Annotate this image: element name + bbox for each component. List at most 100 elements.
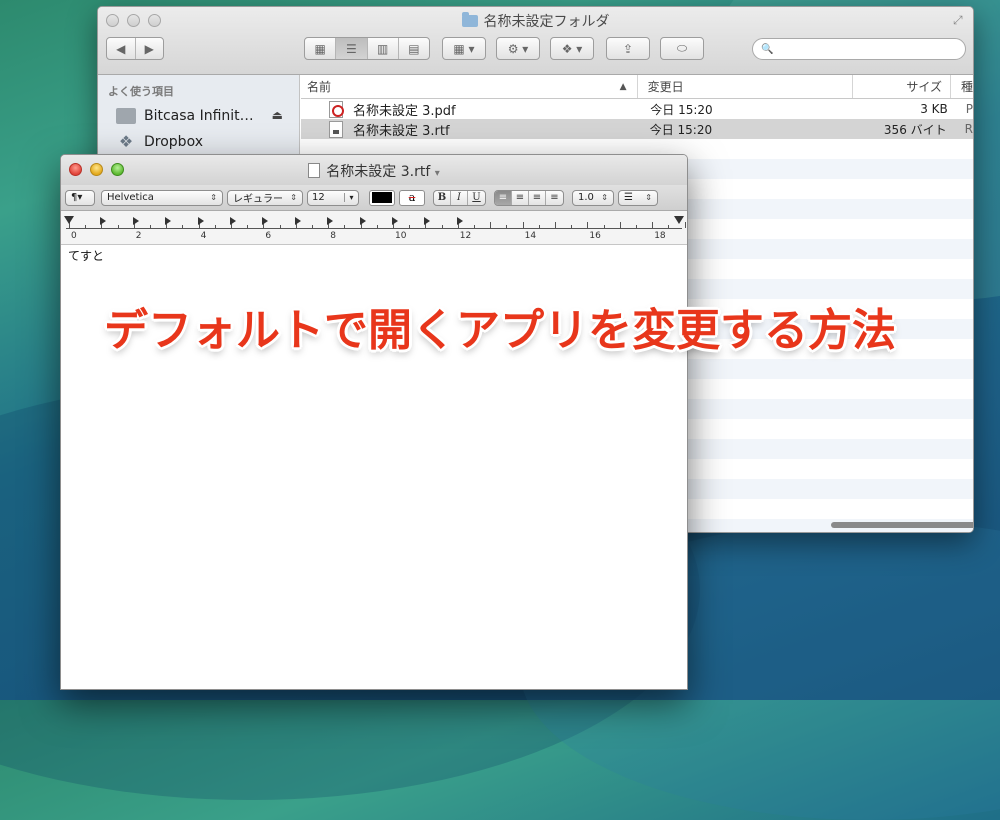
forward-button[interactable]: ▶ bbox=[136, 38, 164, 59]
no-color-icon: a bbox=[408, 191, 416, 204]
column-header-name[interactable]: 名前 ▲ bbox=[301, 75, 638, 98]
ruler-tick bbox=[555, 222, 556, 228]
ruler[interactable]: 0 2 4 6 8 10 12 14 16 18 bbox=[61, 211, 687, 245]
tab-stop-marker[interactable] bbox=[294, 217, 301, 225]
table-row[interactable]: 名称未設定 3.pdf 今日 15:20 3 KB P bbox=[301, 99, 973, 119]
ruler-tick bbox=[279, 225, 281, 228]
fullscreen-icon[interactable]: ⤢ bbox=[953, 13, 967, 27]
ruler-number: 8 bbox=[330, 231, 336, 241]
ruler-number: 10 bbox=[395, 231, 407, 241]
file-kind: P bbox=[965, 102, 973, 116]
align-left-button[interactable]: ≡ bbox=[495, 190, 512, 205]
column-header-size[interactable]: サイズ bbox=[853, 75, 951, 98]
ruler-tick bbox=[344, 225, 346, 228]
font-style-popup[interactable]: レギュラー ⇕ bbox=[227, 189, 303, 206]
share-button[interactable]: ⇪ bbox=[606, 37, 650, 60]
action-gear-button[interactable]: ⚙ ▾ bbox=[496, 37, 540, 60]
column-header-kind[interactable]: 種 bbox=[951, 75, 973, 98]
updown-arrows-icon: ⇕ bbox=[290, 193, 297, 202]
format-toolbar: ¶▾ Helvetica ⇕ レギュラー ⇕ 12 ▾ a B I U ≡ ≡ ≡ ≡… bbox=[61, 185, 687, 211]
arrange-button[interactable]: ▦ ▾ bbox=[442, 37, 486, 60]
alignment-buttons: ≡ ≡ ≡ ≡ bbox=[494, 189, 564, 206]
view-mode-buttons: ▦ ☰ ▥ ▤ bbox=[304, 37, 430, 60]
underline-button[interactable]: U bbox=[468, 191, 485, 205]
ruler-number: 0 bbox=[71, 231, 77, 241]
sidebar-item-bitcasa[interactable]: Bitcasa Infinit… ⏏ bbox=[98, 103, 299, 129]
sidebar-item-dropbox[interactable]: ❖ Dropbox bbox=[98, 129, 299, 155]
file-size: 3 KB bbox=[920, 102, 948, 116]
tab-stop-marker[interactable] bbox=[456, 217, 463, 225]
file-size: 356 バイト bbox=[883, 122, 947, 137]
tab-stop-marker[interactable] bbox=[165, 217, 172, 225]
column-view-button[interactable]: ▥ bbox=[368, 38, 399, 59]
margin-marker[interactable] bbox=[64, 216, 74, 224]
textedit-window[interactable]: 名称未設定 3.rtf ▾ ¶▾ Helvetica ⇕ レギュラー ⇕ 12 ▾ a… bbox=[60, 154, 688, 690]
icon-view-button[interactable]: ▦ bbox=[305, 38, 337, 59]
folder-icon bbox=[461, 12, 478, 27]
ruler-number: 14 bbox=[524, 231, 537, 241]
folder-icon bbox=[116, 108, 136, 124]
size-dropdown-icon[interactable]: ▾ bbox=[344, 193, 358, 202]
tab-stop-marker[interactable] bbox=[327, 217, 334, 225]
search-field[interactable]: 🔍 bbox=[752, 38, 966, 60]
tab-stop-marker[interactable] bbox=[262, 217, 269, 225]
paragraph-style-popup[interactable]: ¶▾ bbox=[65, 189, 95, 206]
ruler-tick bbox=[684, 222, 686, 228]
tab-stop-marker[interactable] bbox=[392, 217, 398, 225]
sidebar-item-label: Bitcasa Infinit… bbox=[144, 108, 254, 124]
title-menu-arrow-icon: ▾ bbox=[434, 168, 440, 179]
file-date: 今日 15:20 bbox=[649, 122, 713, 137]
column-header-date[interactable]: 変更日 bbox=[638, 75, 853, 98]
ruler-tick bbox=[587, 222, 589, 228]
ruler-tick bbox=[182, 225, 184, 228]
ruler-number: 4 bbox=[200, 231, 207, 241]
search-icon: 🔍 bbox=[761, 43, 774, 55]
tab-stop-marker[interactable] bbox=[197, 217, 204, 225]
line-spacing-popup[interactable]: 1.0 ⇕ bbox=[572, 189, 614, 206]
list-style-popup[interactable]: ☰ ⇕ bbox=[618, 189, 658, 206]
horizontal-scrollbar[interactable] bbox=[831, 522, 973, 528]
ruler-tick bbox=[474, 225, 475, 228]
table-row[interactable]: 名称未設定 3.rtf 今日 15:20 356 バイト R bbox=[301, 119, 973, 139]
document-icon bbox=[308, 163, 321, 178]
background-color-well[interactable]: a bbox=[399, 189, 425, 206]
ruler-tick bbox=[636, 225, 637, 228]
eject-icon[interactable]: ⏏ bbox=[272, 108, 283, 122]
font-family-popup[interactable]: Helvetica ⇕ bbox=[101, 189, 223, 206]
tab-stop-marker[interactable] bbox=[424, 217, 431, 225]
ruler-number: 16 bbox=[589, 231, 601, 241]
textedit-titlebar[interactable]: 名称未設定 3.rtf ▾ bbox=[61, 155, 687, 185]
align-right-button[interactable]: ≡ bbox=[529, 190, 546, 205]
italic-button[interactable]: I bbox=[451, 190, 468, 205]
back-button[interactable]: ◀ bbox=[107, 38, 136, 59]
text-color-well[interactable] bbox=[369, 189, 395, 206]
sidebar-item-label: Dropbox bbox=[144, 134, 203, 150]
ruler-tick bbox=[490, 222, 492, 228]
pdf-file-icon bbox=[329, 100, 344, 118]
document-text: てすと bbox=[68, 249, 105, 263]
align-justify-button[interactable]: ≡ bbox=[546, 191, 563, 205]
ruler-tick bbox=[150, 225, 151, 228]
finder-titlebar[interactable]: 名称未設定フォルダ ⤢ ◀ ▶ ▦ ☰ ▥ ▤ ▦ ▾ ⚙ ▾ ❖ ▾ ⇪ ⬭ … bbox=[98, 7, 973, 75]
margin-marker[interactable] bbox=[674, 216, 684, 224]
ruler-tick bbox=[619, 222, 621, 228]
tab-stop-marker[interactable] bbox=[100, 217, 107, 225]
align-center-button[interactable]: ≡ bbox=[512, 190, 529, 205]
coverflow-view-button[interactable]: ▤ bbox=[399, 38, 429, 59]
dropbox-menu-button[interactable]: ❖ ▾ bbox=[550, 37, 594, 60]
ruler-number: 6 bbox=[265, 231, 272, 241]
file-date: 今日 15:20 bbox=[650, 102, 713, 117]
tags-button[interactable]: ⬭ bbox=[660, 37, 704, 60]
ruler-tick bbox=[652, 222, 654, 228]
column-headers: 名前 ▲ 変更日 サイズ 種 bbox=[301, 75, 973, 99]
tab-stop-marker[interactable] bbox=[359, 217, 366, 225]
document-title[interactable]: 名称未設定 3.rtf ▾ bbox=[61, 161, 687, 181]
rtf-file-icon bbox=[329, 120, 343, 138]
tab-stop-marker[interactable] bbox=[230, 217, 236, 225]
ruler-tick bbox=[214, 225, 216, 228]
tab-stop-marker[interactable] bbox=[132, 217, 139, 225]
file-kind: R bbox=[964, 122, 973, 136]
bold-button[interactable]: B bbox=[434, 190, 451, 205]
font-size-combo[interactable]: 12 ▾ bbox=[307, 189, 359, 206]
list-view-button[interactable]: ☰ bbox=[336, 38, 368, 59]
